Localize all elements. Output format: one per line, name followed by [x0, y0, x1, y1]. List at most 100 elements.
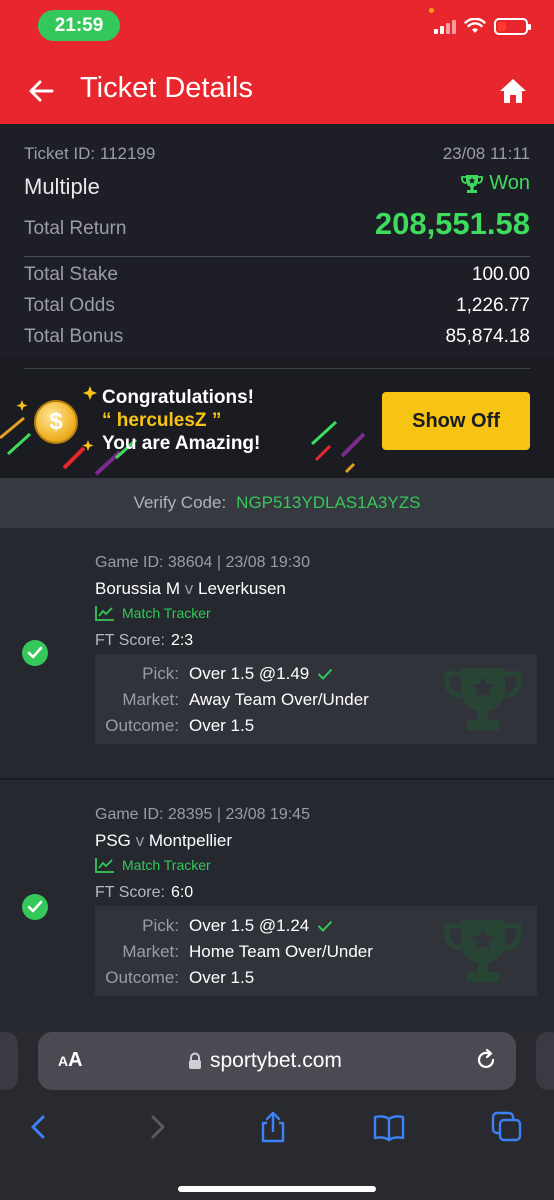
total-odds-label: Total Odds	[24, 295, 115, 316]
away-team: Montpellier	[148, 831, 233, 850]
congratulations-text: Congratulations! “ herculesZ ” You are A…	[102, 386, 260, 455]
ft-score-label: FT Score:	[95, 884, 165, 901]
home-indicator[interactable]	[178, 1186, 376, 1192]
ft-score-label: FT Score:	[95, 632, 165, 649]
reader-small-a: A	[58, 1053, 69, 1069]
ticket-summary: Ticket ID: 112199 23/08 11:11 Multiple W…	[0, 124, 554, 356]
verify-code-label: Verify Code:	[133, 493, 227, 512]
market-value: Away Team Over/Under	[189, 690, 369, 709]
game-card: Game ID: 38604 | 23/08 19:30 Borussia M …	[0, 528, 554, 778]
address-bar[interactable]: AA sportybet.com	[38, 1032, 516, 1090]
show-off-button[interactable]: Show Off	[382, 392, 530, 450]
back-icon[interactable]	[22, 1110, 56, 1144]
checkmark-icon	[318, 920, 333, 932]
browser-toolbar: AA sportybet.com	[0, 1030, 554, 1200]
ft-score: FT Score: 6:0	[95, 884, 193, 902]
back-arrow-icon[interactable]	[26, 76, 56, 106]
pick-value: Over 1.5 @1.49	[189, 664, 310, 683]
pick-value: Over 1.5 @1.24	[189, 916, 310, 935]
pick-details: Pick: Over 1.5 @1.49 Market: Away Team O…	[95, 654, 537, 744]
outcome-row: Outcome: Over 1.5	[95, 716, 537, 736]
chart-line-icon	[95, 858, 114, 873]
lock-icon	[189, 1052, 201, 1069]
status-badge: Won	[461, 172, 530, 195]
away-team: Leverkusen	[198, 579, 286, 598]
privacy-indicator-icon	[429, 8, 434, 13]
congrats-tagline: You are Amazing!	[102, 433, 261, 454]
battery-icon	[494, 17, 531, 35]
home-icon[interactable]	[498, 76, 528, 106]
verify-code-value[interactable]: NGP513YDLAS1A3YZS	[236, 493, 420, 513]
ft-score-value: 6:0	[170, 884, 194, 901]
market-row: Market: Home Team Over/Under	[95, 942, 537, 962]
previous-tab-preview[interactable]	[0, 1032, 18, 1090]
pick-details: Pick: Over 1.5 @1.24 Market: Home Team O…	[95, 906, 537, 996]
game-id: Game ID: 28395 | 23/08 19:45	[95, 806, 310, 823]
outcome-label: Outcome:	[105, 968, 179, 987]
match-tracker-link[interactable]: Match Tracker	[95, 857, 211, 873]
total-return-row: Total Return 208,551.58	[24, 206, 530, 242]
outcome-label: Outcome:	[105, 716, 179, 735]
username: “ herculesZ ”	[102, 410, 222, 431]
pick-label: Pick:	[142, 916, 179, 935]
coin-icon: $	[34, 400, 78, 444]
check-circle-icon	[22, 894, 48, 920]
match-tracker-label: Match Tracker	[122, 605, 211, 621]
match-teams: Borussia M v Leverkusen	[95, 579, 286, 599]
bookmarks-icon[interactable]	[372, 1110, 406, 1144]
pick-row: Pick: Over 1.5 @1.49	[95, 664, 537, 684]
cellular-signal-icon	[434, 18, 456, 34]
pick-label: Pick:	[142, 664, 179, 683]
total-bonus-row: Total Bonus 85,874.18	[24, 326, 530, 348]
match-tracker-link[interactable]: Match Tracker	[95, 605, 211, 621]
ft-score: FT Score: 2:3	[95, 632, 193, 650]
reader-big-a: A	[68, 1049, 83, 1071]
total-bonus-value: 85,874.18	[445, 326, 530, 347]
game-id: Game ID: 38604 | 23/08 19:30	[95, 554, 310, 571]
reader-options-button[interactable]: AA	[58, 1049, 83, 1072]
versus-label: v	[135, 831, 145, 850]
app-header: 21:59 Ticket Details	[0, 0, 554, 124]
url-display[interactable]: sportybet.com	[188, 1049, 342, 1073]
divider	[24, 256, 530, 257]
pick-value-wrap: Over 1.5 @1.49	[189, 664, 333, 684]
ticket-id-row: Ticket ID: 112199 23/08 11:11	[24, 144, 530, 164]
home-team: PSG	[95, 831, 131, 850]
market-label: Market:	[122, 690, 179, 709]
checkmark-icon	[318, 668, 333, 680]
result-label: Won	[489, 172, 530, 194]
congrats-line: Congratulations!	[102, 387, 254, 408]
game-card: Game ID: 28395 | 23/08 19:45 PSG v Montp…	[0, 780, 554, 1030]
forward-icon[interactable]	[140, 1110, 174, 1144]
tabs-icon[interactable]	[490, 1110, 524, 1144]
match-tracker-label: Match Tracker	[122, 857, 211, 873]
page-title: Ticket Details	[80, 72, 253, 104]
reload-icon[interactable]	[474, 1048, 498, 1072]
ticket-datetime: 23/08 11:11	[442, 144, 530, 163]
congratulations-banner: $ Congratulations! “ herculesZ ” You are…	[0, 356, 554, 478]
market-row: Market: Away Team Over/Under	[95, 690, 537, 710]
ticket-type: Multiple	[24, 173, 100, 199]
ticket-id: Ticket ID: 112199	[24, 144, 156, 163]
market-label: Market:	[122, 942, 179, 961]
total-stake-row: Total Stake 100.00	[24, 264, 530, 286]
home-team: Borussia M	[95, 579, 181, 598]
status-time: 21:59	[38, 10, 120, 41]
total-stake-label: Total Stake	[24, 264, 118, 285]
status-icons	[434, 14, 531, 38]
outcome-value: Over 1.5	[189, 716, 255, 735]
share-icon[interactable]	[256, 1110, 290, 1144]
market-value: Home Team Over/Under	[189, 942, 373, 961]
total-odds-row: Total Odds 1,226.77	[24, 295, 530, 317]
next-tab-preview[interactable]	[536, 1032, 554, 1090]
pick-row: Pick: Over 1.5 @1.24	[95, 916, 537, 936]
chart-line-icon	[95, 606, 114, 621]
ft-score-value: 2:3	[170, 632, 194, 649]
ticket-type-row: Multiple Won	[24, 172, 530, 200]
verify-code-bar: Verify Code: NGP513YDLAS1A3YZS	[0, 478, 554, 528]
total-odds-value: 1,226.77	[456, 295, 530, 316]
total-stake-value: 100.00	[471, 264, 530, 285]
outcome-row: Outcome: Over 1.5	[95, 968, 537, 988]
total-return-label: Total Return	[24, 218, 127, 239]
url-text: sportybet.com	[210, 1049, 342, 1072]
